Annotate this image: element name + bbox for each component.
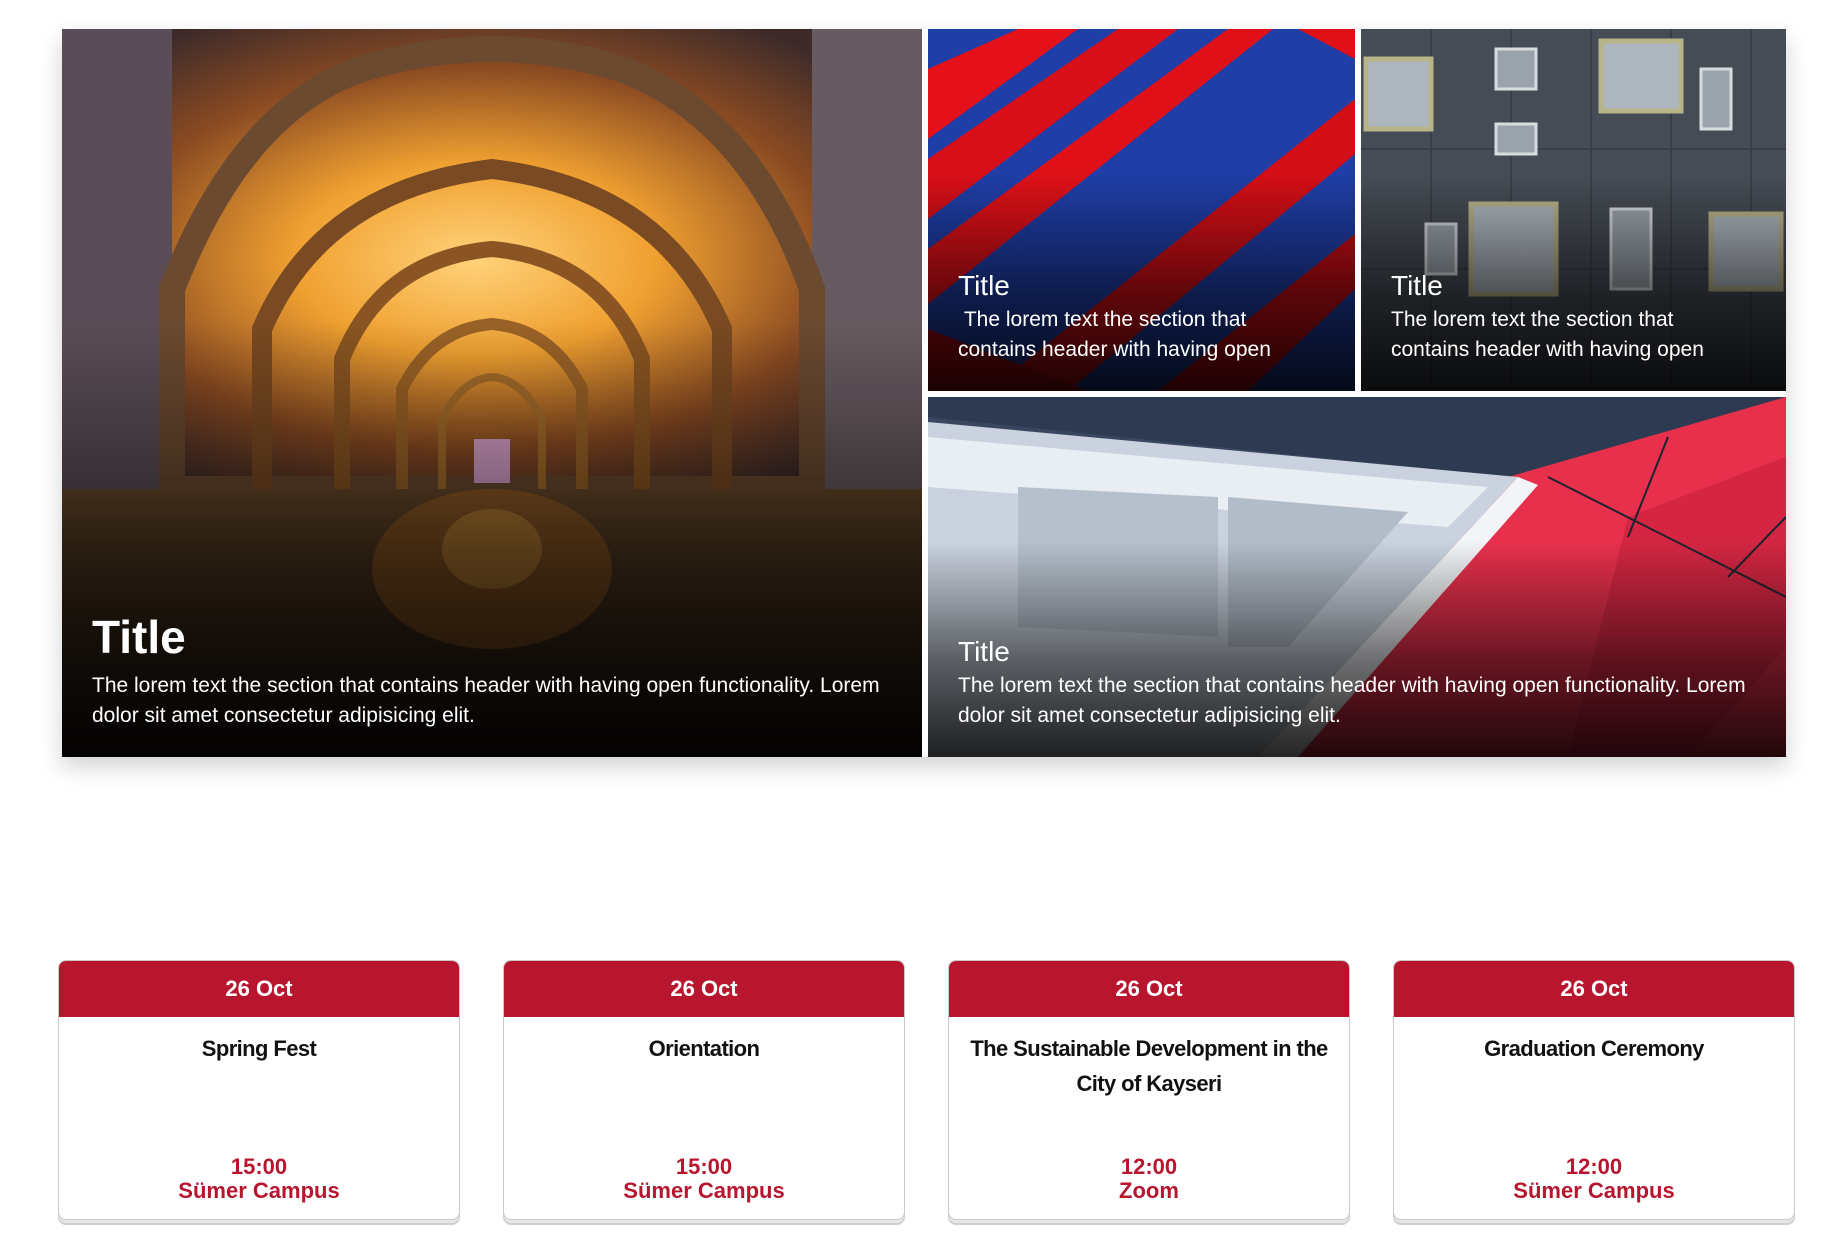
event-time: 15:00 <box>675 1154 733 1179</box>
hero-main-title: Title <box>92 611 186 663</box>
hero-tile-main[interactable]: Title The lorem text the section that co… <box>62 29 922 757</box>
event-time: 12:00 <box>1120 1154 1178 1179</box>
event-meta: 12:00 Zoom <box>949 1155 1349 1203</box>
event-card[interactable]: 26 Oct The Sustainable Development in th… <box>948 960 1350 1220</box>
hero-bottom-description: The lorem text the section that contains… <box>958 674 1746 727</box>
hero-gallery: Title The lorem text the section that co… <box>62 29 1786 757</box>
event-card[interactable]: 26 Oct Orientation 15:00 Sümer Campus <box>503 960 905 1220</box>
event-location: Zoom <box>1119 1178 1179 1203</box>
hero-top-right-description: The lorem text the section that contains… <box>1391 308 1704 361</box>
hero-bottom-title: Title <box>958 636 1010 667</box>
event-title: Orientation <box>648 1036 760 1061</box>
event-title: The Sustainable Development in the City … <box>970 1036 1328 1096</box>
hero-tile-bottom[interactable]: Title The lorem text the section that co… <box>928 397 1786 757</box>
hero-main-caption: Title The lorem text the section that co… <box>92 609 892 731</box>
event-title: Graduation Ceremony <box>1484 1036 1704 1061</box>
event-date: 26 Oct <box>59 961 459 1017</box>
event-title: Spring Fest <box>201 1036 317 1061</box>
event-meta: 15:00 Sümer Campus <box>504 1155 904 1203</box>
event-time: 15:00 <box>230 1154 288 1179</box>
hero-top-right-caption: Title The lorem text the section that co… <box>1391 269 1756 365</box>
event-location: Sümer Campus <box>623 1178 785 1203</box>
event-card[interactable]: 26 Oct Graduation Ceremony 12:00 Sümer C… <box>1393 960 1795 1220</box>
hero-bottom-caption: Title The lorem text the section that co… <box>958 635 1756 731</box>
event-location: Sümer Campus <box>178 1178 340 1203</box>
hero-top-left-caption: Title The lorem text the section that co… <box>958 269 1325 365</box>
hero-top-left-description: The lorem text the section that contains… <box>958 308 1271 361</box>
events-list: 26 Oct Spring Fest 15:00 Sümer Campus 26… <box>58 960 1795 1222</box>
event-date: 26 Oct <box>949 961 1349 1017</box>
hero-top-right-title: Title <box>1391 270 1443 301</box>
hero-main-description: The lorem text the section that contains… <box>92 674 880 727</box>
event-meta: 12:00 Sümer Campus <box>1394 1155 1794 1203</box>
event-meta: 15:00 Sümer Campus <box>59 1155 459 1203</box>
hero-tile-top-right[interactable]: Title The lorem text the section that co… <box>1361 29 1786 391</box>
event-date: 26 Oct <box>1394 961 1794 1017</box>
hero-top-left-title: Title <box>958 270 1010 301</box>
event-location: Sümer Campus <box>1513 1178 1675 1203</box>
event-time: 12:00 <box>1565 1154 1623 1179</box>
hero-tile-top-left[interactable]: Title The lorem text the section that co… <box>928 29 1355 391</box>
event-card[interactable]: 26 Oct Spring Fest 15:00 Sümer Campus <box>58 960 460 1220</box>
event-date: 26 Oct <box>504 961 904 1017</box>
